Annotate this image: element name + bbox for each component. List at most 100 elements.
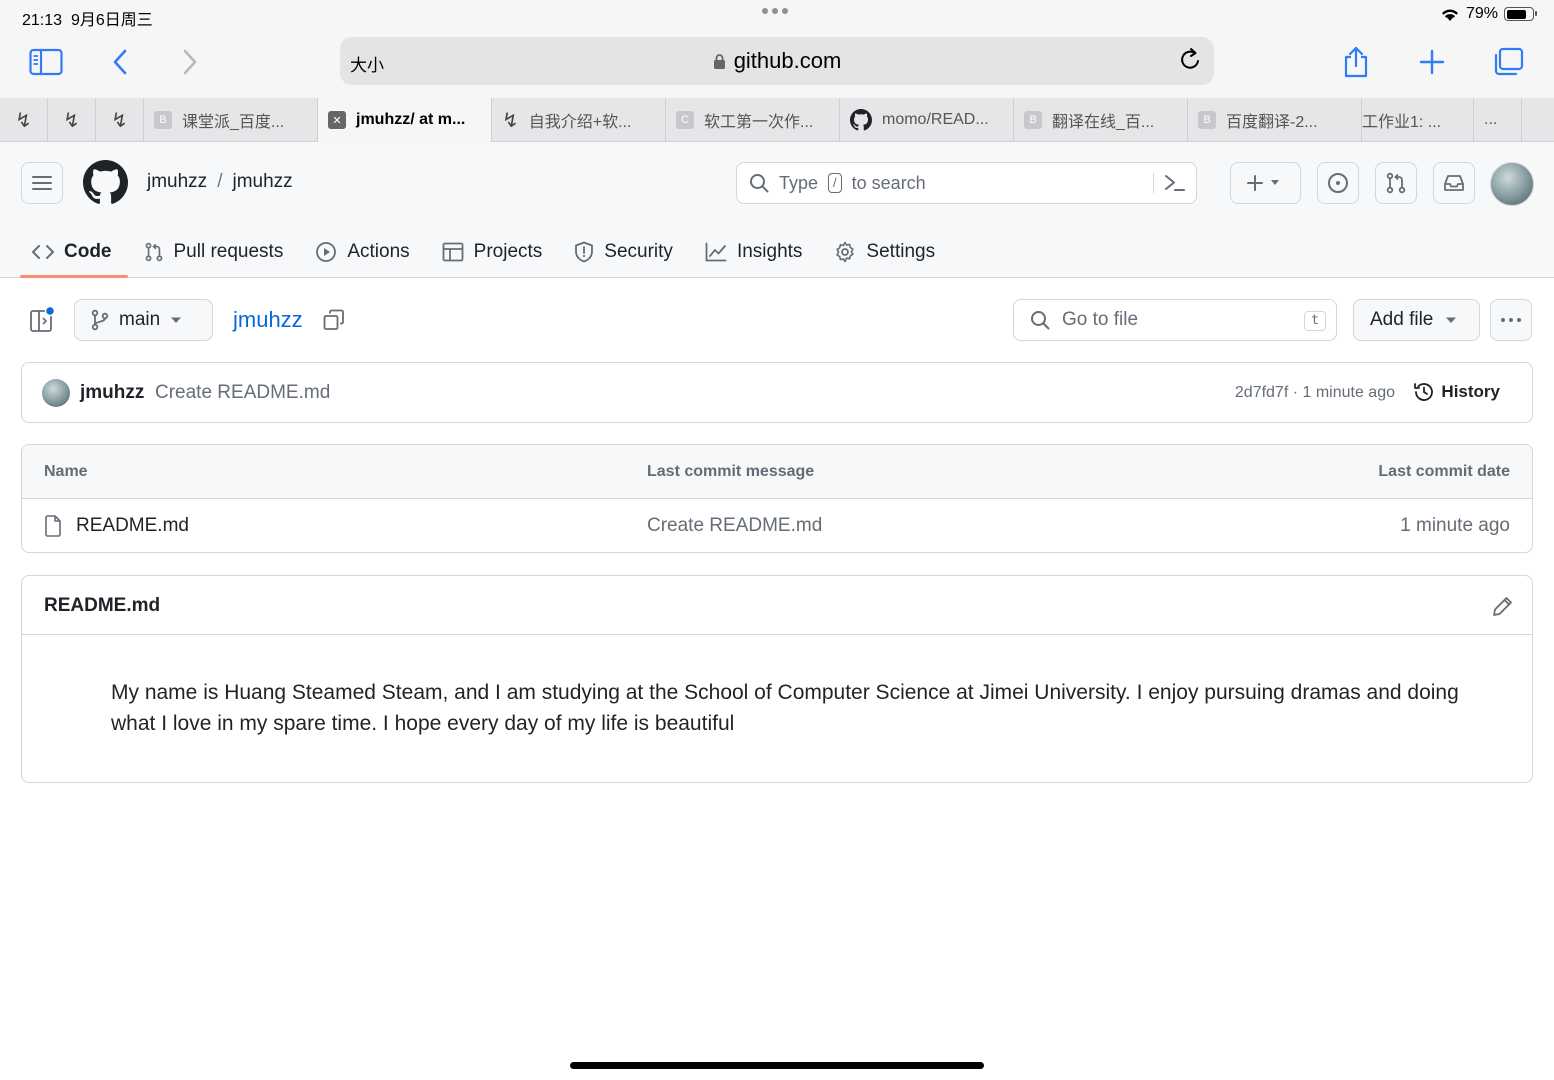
- graph-icon: [705, 242, 727, 262]
- tab-security[interactable]: Security: [558, 226, 689, 278]
- more-options-button[interactable]: [1490, 299, 1532, 341]
- tab-pull-requests[interactable]: Pull requests: [128, 226, 300, 278]
- status-right: 79%: [1440, 5, 1537, 23]
- back-icon[interactable]: [100, 42, 140, 82]
- file-table: Name Last commit message Last commit dat…: [21, 444, 1533, 553]
- tab-label: jmuhzz/ at m...: [356, 111, 466, 128]
- breadcrumb-owner[interactable]: jmuhzz: [147, 171, 207, 193]
- reload-icon[interactable]: [1178, 47, 1202, 73]
- tab-yuque-3[interactable]: ↯: [96, 98, 144, 142]
- tab-projects-label: Projects: [473, 241, 543, 262]
- file-commit-message[interactable]: Create README.md: [647, 515, 822, 537]
- yuque-icon: ↯: [15, 109, 32, 132]
- browser-toolbar: 大小 github.com: [0, 32, 1554, 98]
- readme-title[interactable]: README.md: [44, 595, 160, 617]
- battery-percent: 79%: [1465, 5, 1498, 22]
- baidu-favicon-icon: B: [1198, 111, 1216, 129]
- tab-code[interactable]: Code: [0, 226, 128, 278]
- branch-name: main: [119, 309, 161, 330]
- tab-more[interactable]: ...: [1474, 98, 1522, 142]
- search-input[interactable]: Type / to search: [736, 162, 1197, 204]
- repo-title-link[interactable]: jmuhzz: [233, 307, 303, 333]
- yuque-icon: ↯: [111, 109, 128, 132]
- github-logo-icon[interactable]: [83, 160, 128, 205]
- tab-label: 工作业1: ...: [1362, 114, 1442, 131]
- history-label: History: [1441, 382, 1500, 401]
- tab-baidu-translate[interactable]: B 百度翻译-2...: [1188, 98, 1362, 142]
- caret-down-icon: [1446, 317, 1457, 323]
- browser-tab-strip: ↯ ↯ ↯ B 课堂派_百度... ✕ jmuhzz/ at m... ↯ 自我介绍+…: [0, 98, 1554, 142]
- history-link[interactable]: History: [1413, 381, 1500, 403]
- tab-label: momo/READ...: [882, 111, 989, 128]
- tab-yuque-1[interactable]: ↯: [0, 98, 48, 142]
- yuque-icon: ↯: [502, 109, 519, 132]
- file-name[interactable]: README.md: [76, 515, 189, 537]
- search-shortcut-key: /: [828, 173, 842, 193]
- commit-author[interactable]: jmuhzz: [80, 382, 144, 404]
- tab-homework-1[interactable]: 工作业1: ...: [1362, 98, 1474, 142]
- copy-icon[interactable]: [323, 309, 345, 331]
- tab-translate-online[interactable]: B 翻译在线_百...: [1014, 98, 1188, 142]
- baidu-favicon-icon: B: [1024, 111, 1042, 129]
- issues-button[interactable]: [1317, 162, 1359, 204]
- tab-projects[interactable]: Projects: [426, 226, 559, 278]
- commit-message[interactable]: Create README.md: [155, 382, 330, 404]
- pull-requests-button[interactable]: [1375, 162, 1417, 204]
- create-new-button[interactable]: [1230, 162, 1301, 204]
- branch-selector[interactable]: main: [74, 299, 213, 341]
- latest-commit-bar: jmuhzz Create README.md 2d7fd7f · 1 minu…: [21, 362, 1533, 423]
- repo-nav: Code Pull requests Actions Projects Secu…: [0, 226, 951, 278]
- tab-pull-requests-label: Pull requests: [173, 241, 284, 262]
- col-last-commit-message: Last commit message: [647, 463, 815, 480]
- hamburger-icon: [32, 176, 52, 190]
- inbox-button[interactable]: [1433, 162, 1475, 204]
- url-display[interactable]: github.com: [340, 48, 1214, 74]
- close-icon[interactable]: ✕: [328, 111, 346, 129]
- tab-self-intro[interactable]: ↯ 自我介绍+软...: [492, 98, 666, 142]
- address-bar[interactable]: 大小 github.com: [340, 37, 1214, 85]
- breadcrumb-repo[interactable]: jmuhzz: [232, 171, 292, 193]
- search-suffix: to search: [851, 172, 926, 193]
- menu-button[interactable]: [21, 162, 63, 204]
- tab-jmuhzz-active[interactable]: ✕ jmuhzz/ at m...: [318, 98, 492, 142]
- tab-insights[interactable]: Insights: [689, 226, 818, 278]
- tabs-overview-icon[interactable]: [1488, 42, 1528, 82]
- file-tree-toggle-icon[interactable]: [28, 306, 58, 334]
- tab-label: 软工第一次作...: [704, 114, 814, 131]
- user-avatar[interactable]: [1490, 162, 1534, 206]
- edit-pencil-icon[interactable]: [1492, 595, 1514, 617]
- file-icon: [45, 515, 61, 537]
- share-icon[interactable]: [1336, 42, 1376, 82]
- commit-sha-time[interactable]: 2d7fd7f · 1 minute ago: [1235, 384, 1395, 402]
- tab-homework[interactable]: C 软工第一次作...: [666, 98, 840, 142]
- inbox-icon: [1444, 175, 1464, 191]
- battery-icon: [1504, 7, 1537, 21]
- breadcrumb-separator: /: [217, 171, 223, 192]
- url-text: github.com: [733, 48, 842, 73]
- add-file-button[interactable]: Add file: [1353, 299, 1480, 341]
- forward-icon[interactable]: [170, 42, 210, 82]
- issue-opened-icon: [1328, 173, 1348, 193]
- tab-actions[interactable]: Actions: [299, 226, 425, 278]
- tab-label: 自我介绍+软...: [528, 114, 632, 131]
- col-last-commit-date: Last commit date: [1378, 463, 1510, 480]
- tab-yuque-2[interactable]: ↯: [48, 98, 96, 142]
- table-row[interactable]: README.md Create README.md 1 minute ago: [22, 499, 1532, 552]
- git-pull-request-icon: [1386, 172, 1406, 194]
- command-palette-icon[interactable]: [1153, 173, 1186, 193]
- file-commit-date: 1 minute ago: [1400, 515, 1510, 536]
- home-indicator[interactable]: [570, 1062, 984, 1069]
- tab-momo-readme[interactable]: momo/READ...: [840, 98, 1014, 142]
- tab-actions-label: Actions: [347, 241, 410, 262]
- plus-icon: [1246, 175, 1263, 191]
- go-to-file-input[interactable]: Go to file t: [1013, 299, 1337, 341]
- commit-author-avatar[interactable]: [42, 379, 70, 407]
- tab-settings[interactable]: Settings: [818, 226, 951, 278]
- multitask-dots-icon[interactable]: [762, 8, 788, 14]
- sidebar-toggle-icon[interactable]: [26, 42, 66, 82]
- table-icon: [442, 242, 464, 262]
- readme-panel: README.md My name is Huang Steamed Steam…: [21, 575, 1533, 783]
- new-tab-icon[interactable]: [1412, 42, 1452, 82]
- file-name-cell[interactable]: README.md: [44, 515, 189, 537]
- tab-ketangpai[interactable]: B 课堂派_百度...: [144, 98, 318, 142]
